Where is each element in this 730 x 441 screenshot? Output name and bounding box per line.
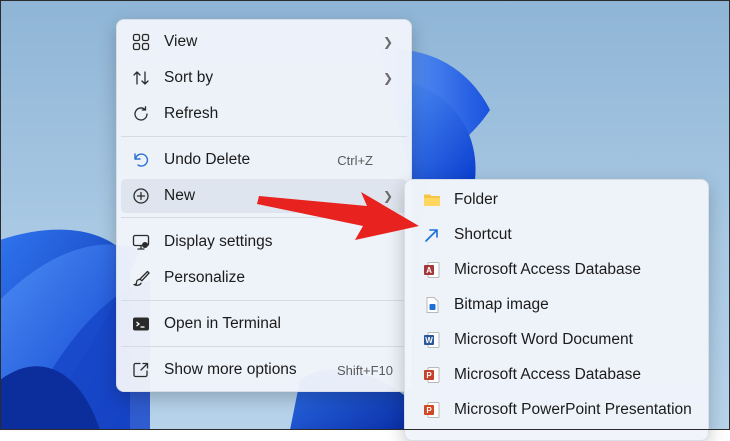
menu-item-label: Open in Terminal [164,315,281,332]
menu-separator [121,136,407,137]
svg-text:P: P [426,406,432,415]
submenu-item-folder[interactable]: Folder [409,183,704,217]
chevron-right-icon: ❯ [382,71,393,85]
menu-item-label: View [164,33,198,50]
undo-icon [131,150,151,170]
monitor-icon [131,232,151,252]
menu-item-show-more-options[interactable]: Show more options Shift+F10 [121,353,407,387]
shortcut-arrow-icon [423,226,441,244]
menu-item-label: Refresh [164,105,219,122]
sort-arrows-icon [131,68,151,88]
submenu-item-label: Microsoft Access Database [454,261,641,278]
submenu-item-label: Shortcut [454,226,512,243]
menu-item-refresh[interactable]: Refresh [121,97,407,131]
menu-item-label: Undo Delete [164,151,251,168]
menu-item-label: Show more options [164,361,297,378]
powerpoint-icon: P [423,401,441,419]
submenu-item-label: Microsoft PowerPoint Presentation [454,401,692,418]
menu-item-sort-by[interactable]: Sort by ❯ [121,61,407,95]
svg-text:A: A [426,266,432,275]
submenu-item-label: Microsoft Word Document [454,331,633,348]
menu-separator [121,346,407,347]
submenu-item-label: Bitmap image [454,296,549,313]
submenu-item-word-document[interactable]: W Microsoft Word Document [409,323,704,357]
menu-item-label: Sort by [164,69,214,86]
menu-item-undo-delete[interactable]: Undo Delete Ctrl+Z [121,143,407,177]
menu-separator [121,300,407,301]
submenu-item-label: Microsoft Access Database [454,366,641,383]
menu-item-open-in-terminal[interactable]: Open in Terminal [121,307,407,341]
new-submenu: Folder Shortcut A Microsoft Access Datab… [404,179,709,441]
access-icon: P [423,366,441,384]
plus-circle-icon [131,186,151,206]
shortcut-text: Shift+F10 [336,362,393,378]
brush-icon [131,268,151,288]
submenu-item-access-database-2[interactable]: P Microsoft Access Database [409,358,704,392]
folder-icon [423,191,441,209]
svg-text:W: W [425,336,433,345]
red-pointer-arrow [257,192,419,240]
submenu-item-label: Folder [454,191,498,208]
share-window-icon [131,360,151,380]
terminal-icon [131,314,151,334]
refresh-icon [131,104,151,124]
menu-item-personalize[interactable]: Personalize [121,261,407,295]
access-icon: A [423,261,441,279]
svg-text:P: P [426,371,432,380]
menu-item-label: Personalize [164,269,245,286]
chevron-right-icon: ❯ [382,35,393,49]
menu-item-view[interactable]: View ❯ [121,25,407,59]
submenu-item-shortcut[interactable]: Shortcut [409,218,704,252]
submenu-item-powerpoint-presentation[interactable]: P Microsoft PowerPoint Presentation [409,393,704,427]
submenu-item-bitmap-image[interactable]: Bitmap image [409,288,704,322]
shortcut-text: Ctrl+Z [337,152,373,168]
word-icon: W [423,331,441,349]
bitmap-icon [423,296,441,314]
menu-item-label: New [164,187,196,204]
submenu-item-access-database[interactable]: A Microsoft Access Database [409,253,704,287]
grid-view-icon [131,32,151,52]
